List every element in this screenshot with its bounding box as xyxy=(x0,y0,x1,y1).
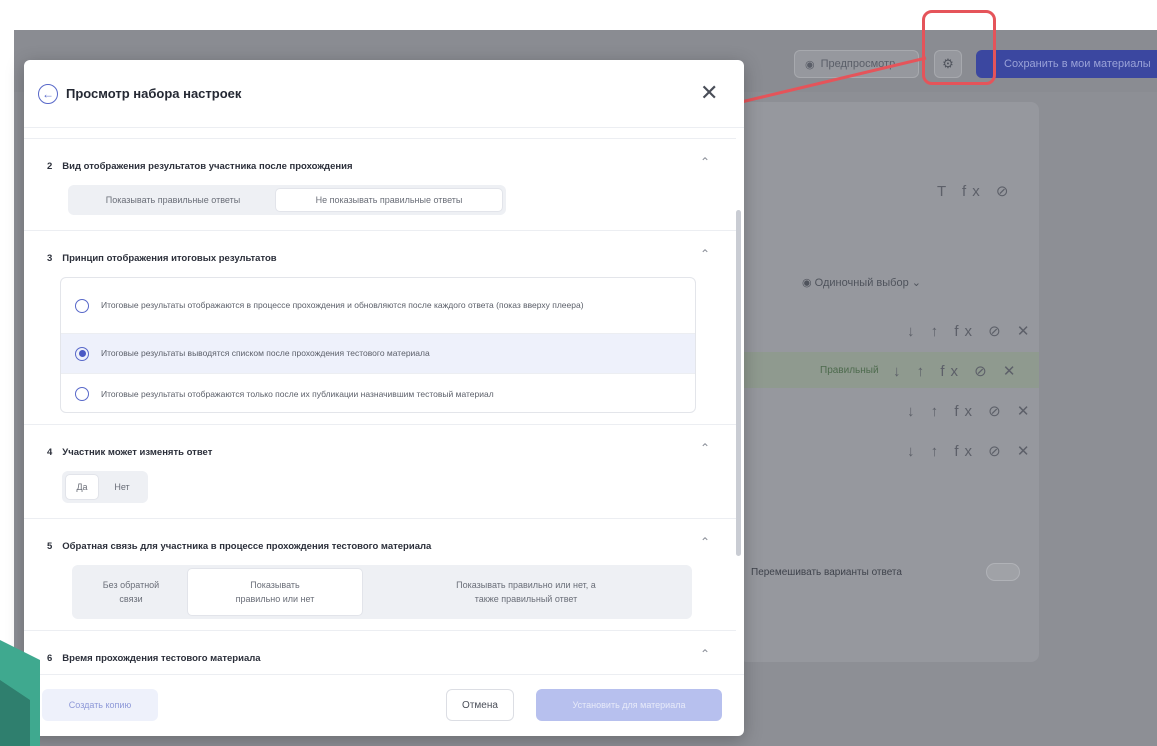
section-title: Время прохождения тестового материала xyxy=(62,653,261,664)
close-icon[interactable]: ✕ xyxy=(700,82,718,104)
results-display-radio-group: Итоговые результаты отображаются в проце… xyxy=(60,277,696,413)
chevron-up-icon[interactable]: ⌃ xyxy=(700,155,710,169)
radio-option[interactable]: Итоговые результаты отображаются в проце… xyxy=(61,278,695,334)
segment-option[interactable]: Без обратной связи xyxy=(75,568,187,616)
segment-option-selected[interactable]: Не показывать правильные ответы xyxy=(275,188,503,212)
section-heading: 2 Вид отображения результатов участника … xyxy=(47,161,353,172)
settings-section: 6 Время прохождения тестового материала … xyxy=(24,630,736,674)
section-number: 3 xyxy=(47,253,53,264)
settings-section: 2 Вид отображения результатов участника … xyxy=(24,138,736,230)
radio-button-checked[interactable] xyxy=(75,346,89,361)
segment-option-selected[interactable]: Да xyxy=(65,474,99,500)
section-title: Принцип отображения итоговых результатов xyxy=(62,253,277,264)
show-answers-segmented-control: Показывать правильные ответы Не показыва… xyxy=(68,185,506,215)
radio-option-selected[interactable]: Итоговые результаты выводятся списком по… xyxy=(61,334,695,374)
chevron-up-icon[interactable]: ⌃ xyxy=(700,441,710,455)
segment-option[interactable]: Показывать правильно или нет, а также пр… xyxy=(363,568,689,616)
radio-option-label: Итоговые результаты отображаются только … xyxy=(101,388,494,399)
create-copy-button[interactable]: Создать копию xyxy=(42,689,158,721)
section-heading: 5 Обратная связь для участника в процесс… xyxy=(47,541,431,552)
modal-title: Просмотр набора настроек xyxy=(66,86,242,101)
segment-option-selected[interactable]: Показывать правильно или нет xyxy=(187,568,363,616)
modal-scrollbar[interactable] xyxy=(736,210,741,556)
section-number: 5 xyxy=(47,541,53,552)
back-arrow-icon[interactable]: ← xyxy=(38,83,58,104)
section-heading: 6 Время прохождения тестового материала xyxy=(47,653,261,664)
radio-option[interactable]: Итоговые результаты отображаются только … xyxy=(61,374,695,412)
section-heading: 3 Принцип отображения итоговых результат… xyxy=(47,253,277,264)
can-change-answer-segmented-control: Да Нет xyxy=(62,471,148,503)
section-heading: 4 Участник может изменять ответ xyxy=(47,447,212,458)
decorative-corner-shape xyxy=(0,640,40,746)
settings-section: 4 Участник может изменять ответ ⌃ Да Нет xyxy=(24,424,736,518)
segment-option[interactable]: Показывать правильные ответы xyxy=(71,188,275,212)
settings-section: 3 Принцип отображения итоговых результат… xyxy=(24,230,736,424)
feedback-segmented-control: Без обратной связи Показывать правильно … xyxy=(72,565,692,619)
chevron-up-icon[interactable]: ⌃ xyxy=(700,647,710,661)
radio-button[interactable] xyxy=(75,387,89,401)
section-number: 2 xyxy=(47,161,53,172)
section-title: Вид отображения результатов участника по… xyxy=(62,161,353,172)
radio-option-label: Итоговые результаты выводятся списком по… xyxy=(101,348,430,358)
chevron-up-icon[interactable]: ⌃ xyxy=(700,535,710,549)
segment-option[interactable]: Нет xyxy=(99,474,145,500)
section-title: Обратная связь для участника в процессе … xyxy=(62,541,432,552)
modal-header: ← Просмотр набора настроек ✕ xyxy=(24,60,744,128)
section-number: 6 xyxy=(47,653,53,664)
radio-option-label: Итоговые результаты отображаются в проце… xyxy=(101,300,584,310)
modal-footer: Создать копию Отмена Установить для мате… xyxy=(24,674,744,736)
settings-section: 5 Обратная связь для участника в процесс… xyxy=(24,518,736,630)
modal-body[interactable]: 2 Вид отображения результатов участника … xyxy=(24,128,736,674)
chevron-up-icon[interactable]: ⌃ xyxy=(700,247,710,261)
apply-to-material-button[interactable]: Установить для материала xyxy=(536,689,722,721)
cancel-button[interactable]: Отмена xyxy=(446,689,514,721)
section-title: Участник может изменять ответ xyxy=(62,447,213,458)
section-number: 4 xyxy=(47,447,53,458)
radio-button[interactable] xyxy=(75,298,89,313)
settings-preset-modal: ← Просмотр набора настроек ✕ 2 Вид отобр… xyxy=(24,60,744,736)
